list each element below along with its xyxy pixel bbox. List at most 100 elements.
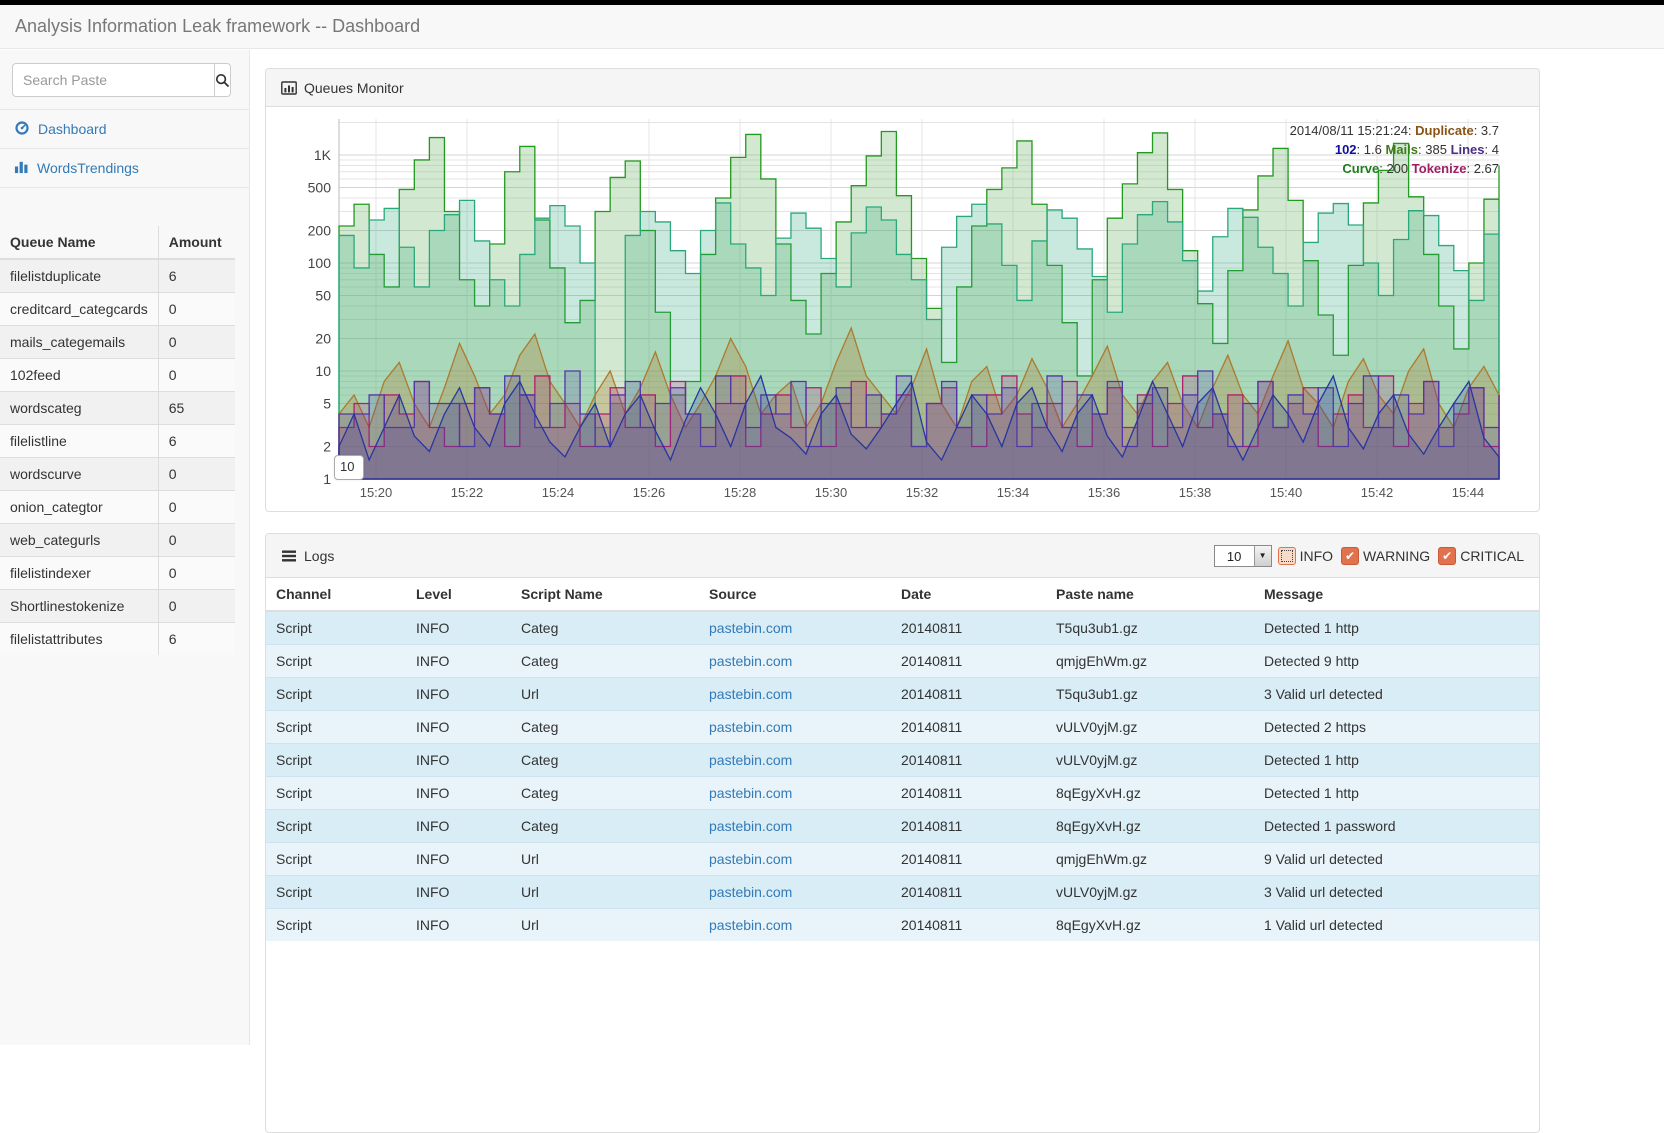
queue-amount: 6 <box>158 259 235 293</box>
svg-text:15:32: 15:32 <box>906 485 939 500</box>
queue-amount: 0 <box>158 293 235 326</box>
queue-row: filelistattributes6 <box>0 623 235 656</box>
legend-series-name: Mails <box>1385 142 1418 157</box>
critical-checkbox[interactable]: ✔ <box>1438 547 1456 565</box>
info-checkbox[interactable] <box>1278 547 1296 565</box>
log-row: ScriptINFOUrlpastebin.com20140811vULV0yj… <box>266 876 1539 909</box>
filter-label: CRITICAL <box>1460 548 1524 564</box>
log-date: 20140811 <box>891 843 1046 876</box>
log-source-link[interactable]: pastebin.com <box>709 719 792 735</box>
log-source-link[interactable]: pastebin.com <box>709 785 792 801</box>
log-row: ScriptINFOCategpastebin.com201408118qEgy… <box>266 777 1539 810</box>
log-message: Detected 1 http <box>1254 777 1539 810</box>
queue-name: filelistindexer <box>0 557 158 590</box>
log-script: Url <box>511 909 699 942</box>
svg-text:15:40: 15:40 <box>1270 485 1303 500</box>
search-button[interactable] <box>214 63 231 97</box>
warning-checkbox[interactable]: ✔ <box>1341 547 1359 565</box>
sidebar: DashboardWordsTrendings Queue Name Amoun… <box>0 50 250 1045</box>
log-channel: Script <box>266 711 406 744</box>
queue-row: 102feed0 <box>0 359 235 392</box>
queue-name: 102feed <box>0 359 158 392</box>
queues-chart-area: 15:2015:2215:2415:2615:2815:3015:3215:34… <box>266 107 1539 511</box>
queue-row: Shortlinestokenize0 <box>0 590 235 623</box>
log-source-link[interactable]: pastebin.com <box>709 917 792 933</box>
log-date: 20140811 <box>891 711 1046 744</box>
log-message: Detected 1 password <box>1254 810 1539 843</box>
svg-text:15:24: 15:24 <box>542 485 575 500</box>
log-paste-name: T5qu3ub1.gz <box>1046 611 1254 645</box>
select-arrow-icon: ▼ <box>1254 546 1271 566</box>
logs-panel: Logs 10 ▼ INFO✔WARNING✔CRITICAL ChannelL… <box>265 533 1540 1133</box>
log-level: INFO <box>406 777 511 810</box>
log-row: ScriptINFOCategpastebin.com20140811qmjgE… <box>266 645 1539 678</box>
log-row: ScriptINFOCategpastebin.com201408118qEgy… <box>266 810 1539 843</box>
queue-row: filelistduplicate6 <box>0 259 235 293</box>
sidebar-item-dashboard[interactable]: Dashboard <box>0 110 249 149</box>
queue-amount: 0 <box>158 326 235 359</box>
queue-row: wordscurve0 <box>0 458 235 491</box>
log-message: Detected 1 http <box>1254 611 1539 645</box>
legend-series-value: 3.7 <box>1481 123 1499 138</box>
queue-name: filelistduplicate <box>0 259 158 293</box>
log-source-link[interactable]: pastebin.com <box>709 851 792 867</box>
log-script: Categ <box>511 711 699 744</box>
log-paste-name: 8qEgyXvH.gz <box>1046 810 1254 843</box>
queue-name: filelistattributes <box>0 623 158 656</box>
queue-amount: 0 <box>158 590 235 623</box>
log-level: INFO <box>406 611 511 645</box>
queue-row: mails_categemails0 <box>0 326 235 359</box>
legend-series-value: 4 <box>1492 142 1499 157</box>
log-paste-name: vULV0yjM.gz <box>1046 744 1254 777</box>
log-channel: Script <box>266 843 406 876</box>
sidebar-item-label: Dashboard <box>38 121 107 137</box>
search-icon <box>215 73 230 88</box>
svg-text:100: 100 <box>308 255 332 271</box>
queue-amount: 0 <box>158 491 235 524</box>
log-message: 3 Valid url detected <box>1254 678 1539 711</box>
log-date: 20140811 <box>891 678 1046 711</box>
dashboard-gauge-icon <box>14 120 30 139</box>
chart-legend: 2014/08/11 15:21:24: Duplicate: 3.7102: … <box>1290 121 1499 178</box>
log-source-link[interactable]: pastebin.com <box>709 752 792 768</box>
sidebar-nav: Dashboard WordsTrendings <box>0 109 249 188</box>
logs-table: ChannelLevelScript NameSourceDatePaste n… <box>266 578 1539 941</box>
queue-amount: 65 <box>158 392 235 425</box>
svg-text:15:36: 15:36 <box>1088 485 1121 500</box>
page-size-value: 10 <box>1215 546 1254 566</box>
log-source-link[interactable]: pastebin.com <box>709 653 792 669</box>
log-channel: Script <box>266 876 406 909</box>
search-input[interactable] <box>12 63 214 97</box>
log-source-link[interactable]: pastebin.com <box>709 818 792 834</box>
queue-amount: 0 <box>158 524 235 557</box>
queue-name: wordscurve <box>0 458 158 491</box>
log-level: INFO <box>406 876 511 909</box>
log-message: Detected 1 http <box>1254 744 1539 777</box>
log-source-link[interactable]: pastebin.com <box>709 620 792 636</box>
svg-text:2: 2 <box>323 438 331 454</box>
queue-name: wordscateg <box>0 392 158 425</box>
log-script: Categ <box>511 810 699 843</box>
log-row: ScriptINFOCategpastebin.com20140811T5qu3… <box>266 611 1539 645</box>
legend-series-value: 2.67 <box>1474 161 1499 176</box>
legend-series-value: 385 <box>1425 142 1447 157</box>
page-size-select[interactable]: 10 ▼ <box>1214 545 1272 567</box>
log-source-link[interactable]: pastebin.com <box>709 884 792 900</box>
queue-amount: 0 <box>158 359 235 392</box>
sidebar-item-wordstrendings[interactable]: WordsTrendings <box>0 149 249 188</box>
logs-col-header: Source <box>699 578 891 611</box>
logs-col-header: Level <box>406 578 511 611</box>
sidebar-item-label: WordsTrendings <box>37 160 139 176</box>
svg-text:200: 200 <box>308 222 332 238</box>
queue-amount: 0 <box>158 458 235 491</box>
log-script: Url <box>511 876 699 909</box>
log-level: INFO <box>406 843 511 876</box>
bar-chart-panel-icon <box>281 80 297 96</box>
log-source-link[interactable]: pastebin.com <box>709 686 792 702</box>
legend-series-value: 200 <box>1386 161 1408 176</box>
log-channel: Script <box>266 678 406 711</box>
svg-text:500: 500 <box>308 180 332 196</box>
log-paste-name: 8qEgyXvH.gz <box>1046 909 1254 942</box>
logs-title: Logs <box>304 548 334 564</box>
queues-monitor-panel: Queues Monitor 15:2015:2215:2415:2615:28… <box>265 68 1540 512</box>
